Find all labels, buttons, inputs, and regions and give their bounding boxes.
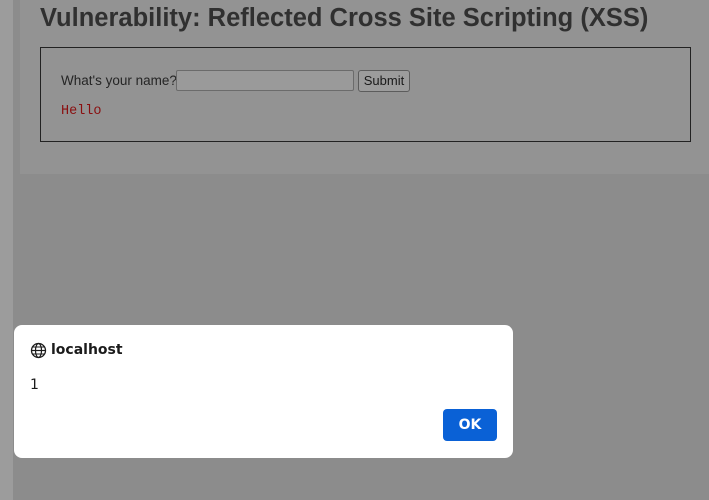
ok-button[interactable]: OK — [443, 409, 497, 441]
vulnerable-code-area: What's your name? Submit Hello — [40, 47, 691, 142]
alert-dialog: localhost 1 OK — [14, 325, 513, 458]
alert-header: localhost — [30, 341, 123, 359]
alert-origin: localhost — [51, 342, 123, 358]
reflected-output: Hello — [61, 104, 102, 119]
page-title: Vulnerability: Reflected Cross Site Scri… — [40, 4, 649, 32]
globe-icon — [30, 342, 47, 359]
alert-message: 1 — [30, 377, 39, 393]
name-label: What's your name? — [61, 73, 177, 88]
name-input[interactable] — [176, 70, 354, 91]
page-left-margin — [0, 0, 13, 500]
submit-button[interactable]: Submit — [358, 70, 410, 92]
